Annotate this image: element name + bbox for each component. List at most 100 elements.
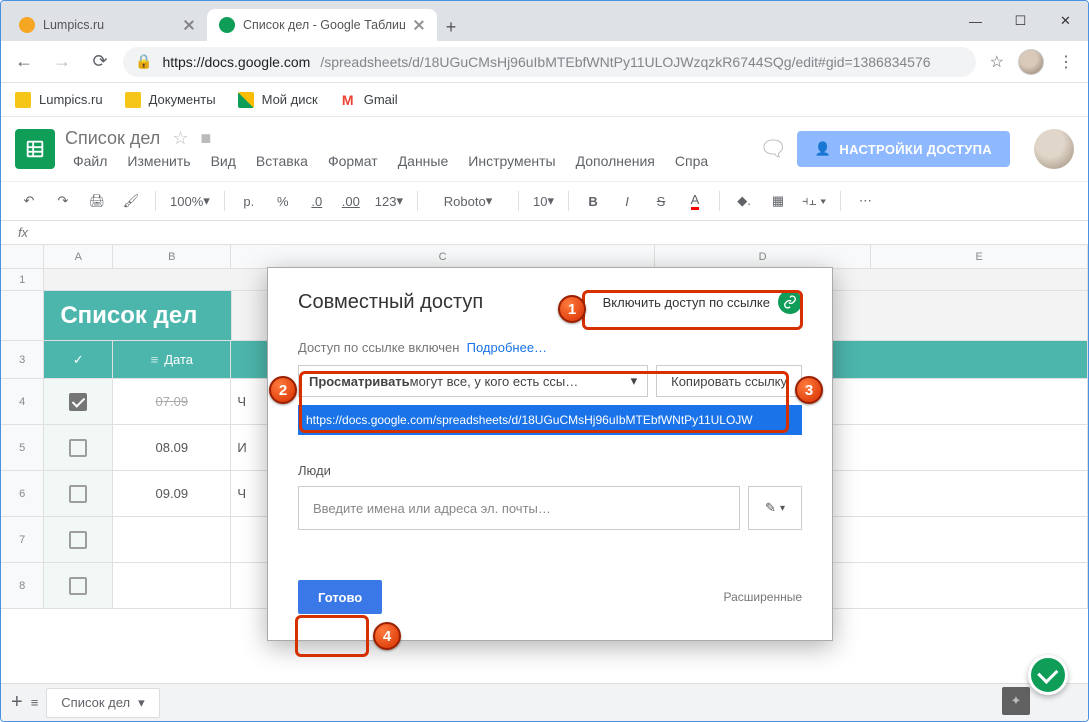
menu-icon[interactable]: ⋮ — [1058, 52, 1074, 72]
percent-button[interactable]: % — [269, 187, 297, 215]
sheet-bar: + ≡ Список дел▾ ✦ — [1, 683, 1088, 721]
share-button[interactable]: 👤 НАСТРОЙКИ ДОСТУПА — [797, 131, 1010, 167]
menu-view[interactable]: Вид — [203, 151, 244, 171]
formula-bar[interactable]: fx — [1, 221, 1088, 245]
checkbox[interactable] — [69, 577, 87, 595]
copy-link-button[interactable]: Копировать ссылку — [656, 365, 802, 397]
back-button[interactable]: ← — [9, 47, 39, 77]
print-button[interactable]: 🖨 — [83, 187, 111, 215]
done-button[interactable]: Готово — [298, 580, 382, 614]
browser-tab[interactable]: Lumpics.ru — [7, 9, 207, 41]
menu-addons[interactable]: Дополнения — [568, 151, 663, 171]
people-input[interactable]: Введите имена или адреса эл. почты… — [298, 486, 740, 530]
more-formats-button[interactable]: 123 ▾ — [371, 187, 407, 215]
tab-label: Lumpics.ru — [43, 18, 175, 32]
verified-fab-icon[interactable] — [1028, 655, 1068, 695]
checkbox[interactable] — [69, 393, 87, 411]
col-header[interactable]: C — [231, 245, 654, 268]
row-header[interactable] — [1, 291, 44, 340]
bookmark-item[interactable]: Мой диск — [238, 92, 318, 108]
browser-window: Lumpics.ru Список дел - Google Таблицы +… — [0, 0, 1089, 722]
enable-link-button[interactable]: Включить доступ по ссылке — [603, 290, 802, 314]
cell-date[interactable]: 07.09 — [113, 379, 231, 424]
row-header[interactable]: 8 — [1, 563, 44, 608]
doc-title[interactable]: Список дел — [65, 128, 160, 149]
header-date[interactable]: ≡Дата — [113, 341, 231, 378]
paint-format-button[interactable]: 🖌 — [117, 187, 145, 215]
redo-button[interactable]: ↷ — [49, 187, 77, 215]
bookmark-item[interactable]: Документы — [125, 92, 216, 108]
edit-permission-button[interactable]: ✎▾ — [748, 486, 802, 530]
title-cell[interactable]: Список дел — [44, 291, 231, 340]
share-link-field[interactable]: https://docs.google.com/spreadsheets/d/1… — [298, 405, 802, 435]
menu-format[interactable]: Формат — [320, 151, 386, 171]
permission-dropdown[interactable]: Просматривать могут все, у кого есть ссы… — [298, 365, 648, 397]
menu-file[interactable]: Файл — [65, 151, 115, 171]
zoom-dropdown[interactable]: 100% ▾ — [166, 187, 214, 215]
browser-tab[interactable]: Список дел - Google Таблицы — [207, 9, 437, 41]
col-header[interactable]: E — [871, 245, 1088, 268]
advanced-link[interactable]: Расширенные — [723, 590, 802, 604]
account-avatar[interactable] — [1034, 129, 1074, 169]
close-icon[interactable] — [183, 19, 195, 31]
close-icon[interactable] — [413, 19, 425, 31]
star-icon[interactable]: ☆ — [990, 52, 1004, 72]
strike-button[interactable]: S — [647, 187, 675, 215]
bookmark-item[interactable]: Lumpics.ru — [15, 92, 103, 108]
currency-button[interactable]: р. — [235, 187, 263, 215]
row-header[interactable]: 7 — [1, 517, 44, 562]
add-sheet-button[interactable]: + — [11, 691, 23, 714]
learn-more-link[interactable]: Подробнее… — [467, 340, 547, 355]
maximize-button[interactable]: ☐ — [998, 1, 1043, 41]
fillcolor-button[interactable]: ◆. — [730, 187, 758, 215]
menu-data[interactable]: Данные — [390, 151, 457, 171]
bold-button[interactable]: B — [579, 187, 607, 215]
profile-avatar[interactable] — [1018, 49, 1044, 75]
row-header[interactable]: 4 — [1, 379, 44, 424]
chevron-down-icon: ▾ — [631, 373, 638, 389]
menu-insert[interactable]: Вставка — [248, 151, 316, 171]
dec-increase-button[interactable]: .00 — [337, 187, 365, 215]
row-header[interactable]: 6 — [1, 471, 44, 516]
col-header[interactable]: B — [113, 245, 231, 268]
font-dropdown[interactable]: Roboto ▾ — [428, 187, 508, 215]
menu-help[interactable]: Спра — [667, 151, 716, 171]
sheet-tab[interactable]: Список дел▾ — [46, 688, 159, 718]
menu-edit[interactable]: Изменить — [119, 151, 198, 171]
textcolor-button[interactable]: A — [681, 187, 709, 215]
minimize-button[interactable]: — — [953, 1, 998, 41]
close-button[interactable]: ✕ — [1043, 1, 1088, 41]
reload-button[interactable]: ⟳ — [85, 47, 115, 77]
checkbox[interactable] — [69, 485, 87, 503]
header-check[interactable]: ✓ — [44, 341, 113, 378]
dec-decrease-button[interactable]: .0 — [303, 187, 331, 215]
undo-button[interactable]: ↶ — [15, 187, 43, 215]
row-header[interactable]: 3 — [1, 341, 44, 378]
row-header[interactable]: 1 — [1, 269, 44, 290]
all-sheets-button[interactable]: ≡ — [31, 695, 39, 710]
menu-tools[interactable]: Инструменты — [460, 151, 563, 171]
new-tab-button[interactable]: + — [437, 13, 465, 41]
col-header[interactable]: D — [655, 245, 872, 268]
checkbox[interactable] — [69, 439, 87, 457]
merge-button[interactable]: ⫞⫠ ▾ — [798, 187, 830, 215]
sheets-logo-icon[interactable] — [15, 129, 55, 169]
cell-date[interactable]: 08.09 — [113, 425, 231, 470]
addr-actions: ☆ ⋮ — [984, 49, 1080, 75]
star-icon[interactable]: ☆ — [172, 128, 188, 149]
fontsize-dropdown[interactable]: 10 ▾ — [529, 187, 558, 215]
row-header[interactable]: 5 — [1, 425, 44, 470]
checkbox[interactable] — [69, 531, 87, 549]
comments-icon[interactable]: 🗨 — [759, 136, 787, 162]
explore-button[interactable]: ✦ — [1002, 687, 1030, 715]
borders-button[interactable]: ▦ — [764, 187, 792, 215]
more-button[interactable]: ⋯ — [851, 187, 879, 215]
bookmark-item[interactable]: MGmail — [340, 92, 398, 108]
italic-button[interactable]: I — [613, 187, 641, 215]
col-header[interactable]: A — [44, 245, 113, 268]
folder-icon[interactable]: ■ — [200, 128, 211, 149]
cell-date[interactable]: 09.09 — [113, 471, 231, 516]
forward-button[interactable]: → — [47, 47, 77, 77]
url-field[interactable]: 🔒 https://docs.google.com/spreadsheets/d… — [123, 47, 976, 77]
chevron-down-icon: ▾ — [138, 695, 145, 711]
